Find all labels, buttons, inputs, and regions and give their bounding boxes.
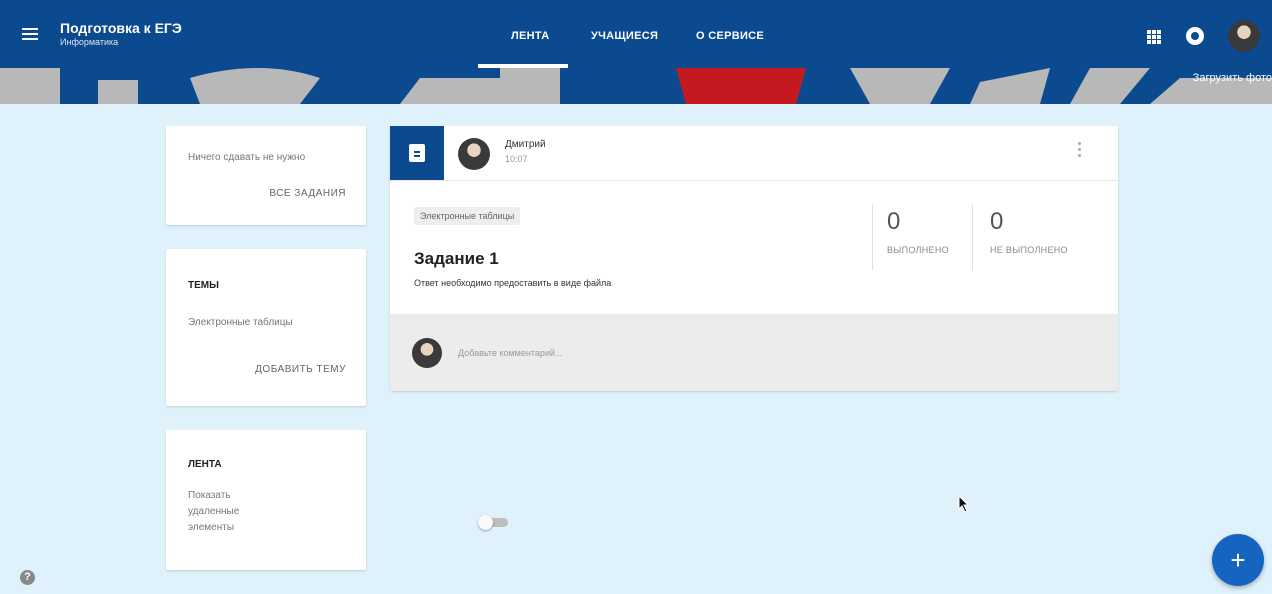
add-topic-button[interactable]: ДОБАВИТЬ ТЕМУ (255, 364, 346, 375)
tab-students[interactable]: УЧАЩИЕСЯ (591, 30, 658, 42)
stream-settings-card: ЛЕНТА Показать удаленные элементы (166, 430, 508, 570)
all-tasks-button[interactable]: ВСЕ ЗАДАНИЯ (269, 188, 346, 199)
assignment-description: Ответ необходимо предоставить в виде фай… (414, 278, 612, 288)
assignment-icon (409, 144, 425, 162)
banner-artwork (0, 68, 1272, 104)
menu-icon[interactable] (22, 28, 38, 40)
mouse-cursor-icon (958, 495, 970, 513)
comment-input[interactable]: Добавьте комментарий... (458, 348, 562, 358)
upcoming-card: Ничего сдавать не нужно ВСЕ ЗАДАНИЯ (166, 126, 366, 225)
author-avatar (458, 138, 490, 170)
author-name: Дмитрий (505, 139, 546, 150)
header-divider (390, 180, 1118, 181)
help-icon[interactable]: ? (20, 570, 35, 585)
topics-card: ТЕМЫ Электронные таблицы ДОБАВИТЬ ТЕМУ (166, 249, 366, 406)
stream-heading: ЛЕНТА (188, 459, 222, 470)
not-done-label: НЕ ВЫПОЛНЕНО (990, 245, 1068, 255)
show-deleted-toggle[interactable] (478, 515, 508, 530)
course-subtitle: Информатика (60, 37, 119, 47)
post-time: 10:07 (505, 154, 528, 164)
account-avatar[interactable] (1228, 20, 1260, 52)
show-deleted-label: Показать удаленные элементы (188, 490, 240, 533)
apps-grid-icon[interactable] (1147, 30, 1161, 44)
topics-heading: ТЕМЫ (188, 280, 219, 291)
assignment-type-badge (390, 126, 444, 180)
upload-photo-link[interactable]: Загрузить фото (1193, 72, 1272, 84)
upcoming-text: Ничего сдавать не нужно (188, 152, 306, 163)
more-options-icon[interactable] (1078, 142, 1082, 157)
stats-divider-mid (972, 204, 973, 270)
comment-section: Добавьте комментарий... (390, 314, 1118, 391)
class-banner (0, 68, 1272, 104)
tab-stream[interactable]: ЛЕНТА (511, 30, 549, 42)
assignment-title[interactable]: Задание 1 (414, 249, 499, 269)
course-title[interactable]: Подготовка к ЕГЭ (60, 20, 182, 36)
stats-divider-left (872, 204, 873, 270)
not-done-count[interactable]: 0 (990, 208, 1003, 236)
done-label: ВЫПОЛНЕНО (887, 245, 949, 255)
done-count[interactable]: 0 (887, 208, 900, 236)
topic-item[interactable]: Электронные таблицы (188, 317, 293, 328)
notifications-icon[interactable] (1186, 27, 1204, 45)
topic-tag[interactable]: Электронные таблицы (414, 207, 521, 225)
commenter-avatar (412, 338, 442, 368)
tab-about[interactable]: О СЕРВИСЕ (696, 30, 764, 42)
create-fab-button[interactable]: + (1212, 534, 1264, 586)
top-app-bar: Подготовка к ЕГЭ Информатика ЛЕНТА УЧАЩИ… (0, 0, 1272, 68)
assignment-post-card: Дмитрий 10:07 Электронные таблицы Задани… (390, 126, 1118, 391)
